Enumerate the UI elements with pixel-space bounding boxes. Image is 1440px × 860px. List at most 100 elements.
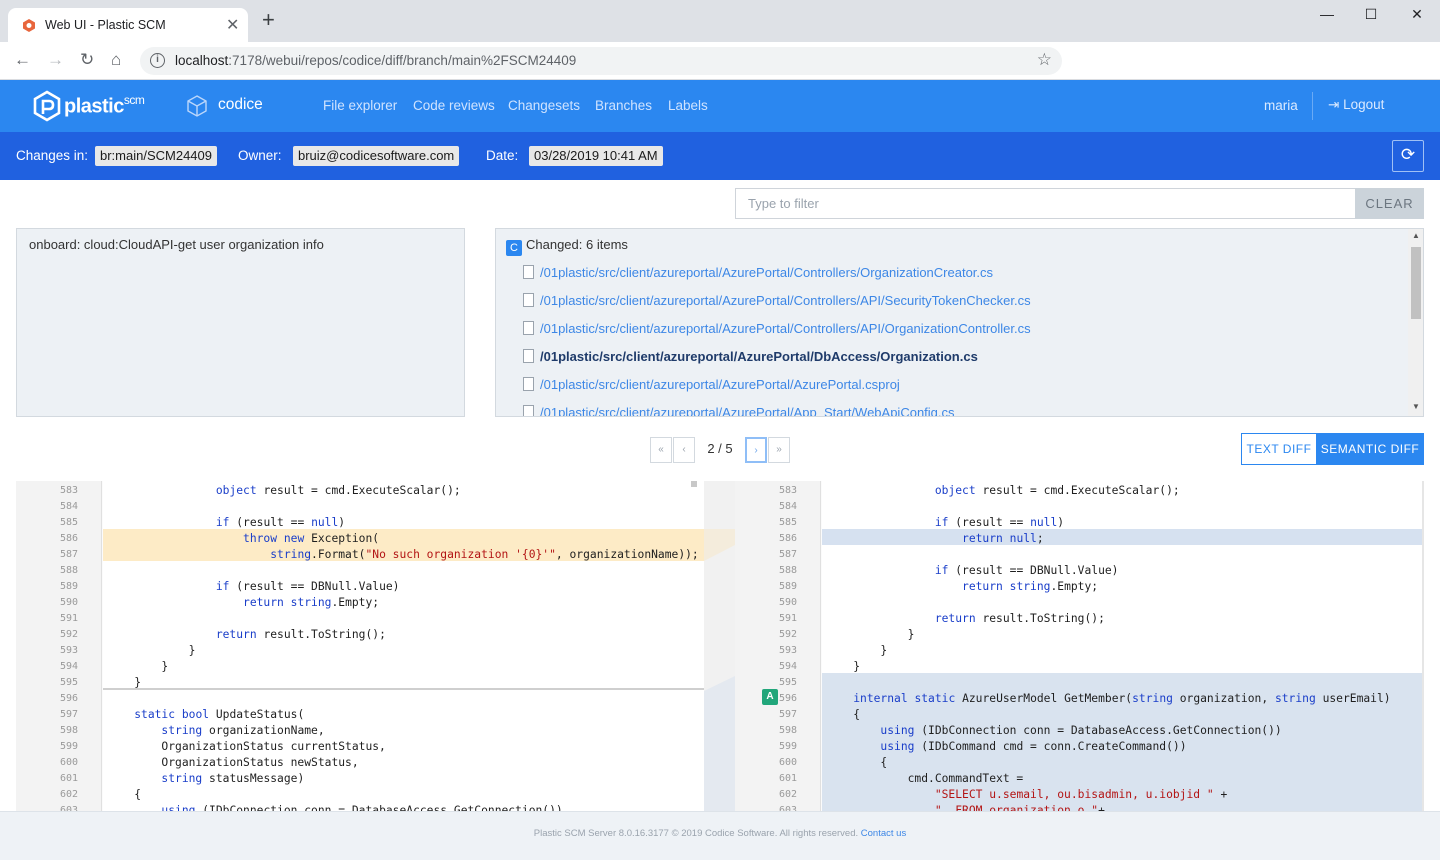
semantic-diff-button[interactable]: SEMANTIC DIFF	[1316, 433, 1424, 465]
line-number: 591	[59, 613, 78, 624]
changed-file-item-selected[interactable]: /01plastic/src/client/azureportal/AzureP…	[523, 349, 978, 367]
changed-items-panel: C Changed: 6 items /01plastic/src/client/…	[495, 228, 1424, 417]
line-number: 585	[59, 517, 78, 528]
nav-branches[interactable]: Branches	[595, 98, 652, 113]
line-number: 599	[778, 741, 797, 752]
owner-label: Owner:	[238, 148, 282, 163]
refresh-button[interactable]: ⟳	[1392, 140, 1424, 172]
refresh-icon: ⟳	[1400, 145, 1416, 164]
date-label: Date:	[486, 148, 519, 163]
line-number: 591	[778, 613, 797, 624]
logout-button[interactable]: ⇥ Logout	[1328, 97, 1384, 113]
prev-page-button[interactable]: ‹	[673, 437, 695, 463]
page-position: 2 / 5	[696, 437, 744, 463]
file-icon	[523, 349, 534, 363]
line-number: 586	[59, 533, 78, 544]
code-line: if (result == null)	[215, 516, 346, 529]
tab-title: Web UI - Plastic SCM	[45, 18, 166, 32]
nav-code-reviews[interactable]: Code reviews	[413, 98, 495, 113]
code-line: if (result == DBNull.Value)	[215, 580, 400, 593]
changed-badge-icon: C	[506, 240, 522, 256]
code-line: return string.Empty;	[243, 596, 380, 609]
code-line: {	[826, 756, 888, 769]
line-number: 587	[778, 549, 797, 560]
user-name[interactable]: maria	[1264, 98, 1298, 113]
filter-input[interactable]	[735, 188, 1356, 219]
code-line: }	[826, 644, 888, 657]
line-number: 603	[778, 805, 797, 811]
diff-connector	[704, 481, 735, 811]
line-number: 597	[59, 709, 78, 720]
bookmark-star-icon[interactable]: ☆	[1037, 50, 1052, 70]
line-number: 586	[778, 533, 797, 544]
changed-file-item[interactable]: /01plastic/src/client/azureportal/AzureP…	[523, 293, 1031, 311]
line-number: 599	[59, 741, 78, 752]
window-close-icon[interactable]: ✕	[1394, 6, 1440, 23]
code-line: string organizationName,	[161, 724, 325, 737]
first-page-button[interactable]: «	[650, 437, 672, 463]
site-info-icon[interactable]: i	[150, 53, 165, 68]
code-line: }	[107, 644, 196, 657]
browser-tab[interactable]: Web UI - Plastic SCM ✕	[8, 8, 248, 42]
code-line: string statusMessage)	[161, 772, 305, 785]
nav-labels[interactable]: Labels	[668, 98, 708, 113]
contact-us-link[interactable]: Contact us	[861, 828, 906, 839]
line-number: 592	[778, 629, 797, 640]
plastic-logo-icon	[33, 90, 61, 122]
code-line: }	[826, 628, 915, 641]
scroll-up-icon[interactable]: ▲	[1412, 231, 1420, 240]
changed-file-item[interactable]: /01plastic/src/client/azureportal/AzureP…	[523, 405, 955, 416]
line-number: 594	[59, 661, 78, 672]
line-number: 583	[778, 485, 797, 496]
tab-close-icon[interactable]: ✕	[226, 15, 239, 35]
line-number: 596	[778, 693, 797, 704]
scroll-down-icon[interactable]: ▼	[1412, 402, 1420, 411]
line-number: 593	[59, 645, 78, 656]
code-line: internal static AzureUserModel GetMember…	[853, 692, 1391, 705]
nav-divider	[1312, 92, 1313, 120]
text-diff-button[interactable]: TEXT DIFF	[1241, 433, 1317, 465]
code-line: OrganizationStatus newStatus,	[107, 756, 359, 769]
address-bar[interactable]: i localhost:7178/webui/repos/codice/diff…	[140, 47, 1062, 75]
logout-label: Logout	[1343, 97, 1385, 112]
minimize-icon[interactable]: —	[1304, 6, 1350, 22]
code-line: }	[107, 676, 142, 689]
line-number: 595	[59, 677, 78, 688]
back-icon[interactable]: ←	[14, 51, 31, 69]
next-page-button[interactable]: ›	[745, 437, 767, 463]
line-number: 588	[778, 565, 797, 576]
line-number: 590	[59, 597, 78, 608]
items-scrollbar[interactable]: ▲ ▼	[1408, 229, 1423, 416]
line-number: 600	[59, 757, 78, 768]
repo-name: codice	[218, 96, 263, 113]
file-icon	[523, 377, 534, 391]
maximize-icon[interactable]: ☐	[1348, 6, 1394, 23]
file-icon	[523, 321, 534, 335]
nav-file-explorer[interactable]: File explorer	[323, 98, 397, 113]
right-diff-pane[interactable]: A 583 object result = cmd.ExecuteScalar(…	[735, 481, 1424, 811]
changed-file-item[interactable]: /01plastic/src/client/azureportal/AzureP…	[523, 377, 900, 395]
line-number: 601	[59, 773, 78, 784]
code-line: string.Format("No such organization '{0}…	[270, 548, 699, 561]
line-number: 590	[778, 597, 797, 608]
scroll-thumb[interactable]	[1411, 247, 1421, 319]
nav-changesets[interactable]: Changesets	[508, 98, 580, 113]
changed-file-item[interactable]: /01plastic/src/client/azureportal/AzureP…	[523, 321, 1031, 339]
home-icon[interactable]: ⌂	[111, 51, 121, 69]
code-line: using (IDbConnection conn = DatabaseAcce…	[880, 724, 1282, 737]
last-page-button[interactable]: »	[768, 437, 790, 463]
line-number: 594	[778, 661, 797, 672]
left-diff-pane[interactable]: 583 object result = cmd.ExecuteScalar();…	[16, 481, 704, 811]
forward-icon[interactable]: →	[47, 51, 64, 69]
line-number: 596	[59, 693, 78, 704]
code-line: "SELECT u.semail, ou.bisadmin, u.iobjid …	[934, 788, 1228, 801]
diff-connector-shape	[704, 529, 735, 811]
changed-file-item[interactable]: /01plastic/src/client/azureportal/AzureP…	[523, 265, 993, 283]
clear-filter-button[interactable]: CLEAR	[1355, 188, 1424, 219]
new-tab-icon[interactable]: +	[262, 9, 275, 31]
browser-tab-bar: Web UI - Plastic SCM ✕ + — ☐ ✕	[0, 0, 1440, 42]
line-number: 583	[59, 485, 78, 496]
reload-icon[interactable]: ↻	[80, 51, 94, 69]
